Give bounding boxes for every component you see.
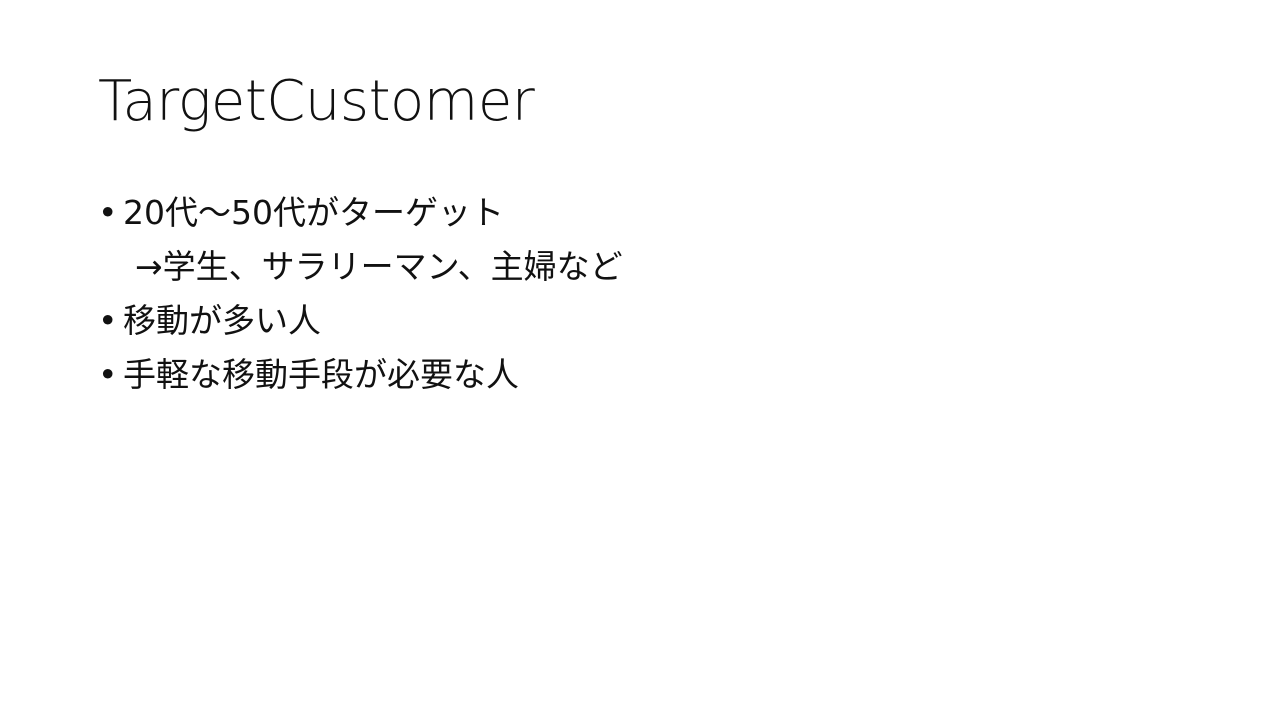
slide-title: TargetCustomer bbox=[98, 69, 535, 134]
bullet-dot-icon: • bbox=[98, 355, 118, 394]
slide: TargetCustomer • 20代～50代がターゲット →学生、サラリーマ… bbox=[0, 0, 1280, 720]
bullet-dot-icon: • bbox=[98, 193, 118, 232]
bullet-item-easy-transport: • 手軽な移動手段が必要な人 bbox=[98, 348, 623, 402]
bullet-item-frequent-movers: • 移動が多い人 bbox=[98, 294, 623, 348]
bullet-text: 手軽な移動手段が必要な人 bbox=[123, 355, 519, 394]
bullet-item-target-age: • 20代～50代がターゲット →学生、サラリーマン、主婦など bbox=[98, 186, 623, 294]
bullet-text: 20代～50代がターゲット bbox=[123, 193, 504, 232]
bullet-text: 移動が多い人 bbox=[123, 301, 321, 340]
bullet-list: • 20代～50代がターゲット →学生、サラリーマン、主婦など • 移動が多い人… bbox=[98, 186, 623, 402]
bullet-subtext: →学生、サラリーマン、主婦など bbox=[135, 247, 623, 286]
bullet-dot-icon: • bbox=[98, 301, 118, 340]
